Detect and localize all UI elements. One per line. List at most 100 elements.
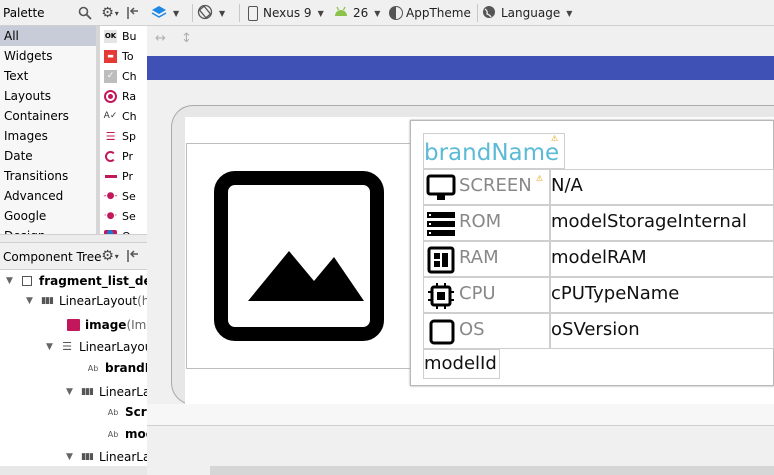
device-dropdown[interactable]: Nexus 9 ▼	[248, 0, 324, 26]
resize-horizontal-icon[interactable]: ↔	[155, 31, 166, 46]
brand-name-text[interactable]: brandName ⚠	[423, 133, 565, 169]
tree-node-linearlayout[interactable]: ▼ ☰ LinearLayou	[46, 337, 147, 357]
panel-splitter[interactable]	[0, 234, 147, 242]
expand-arrow-icon[interactable]: ▼	[66, 452, 80, 462]
model-id-text[interactable]: modelId	[423, 349, 500, 379]
cpu-label-cell[interactable]: CPU	[423, 277, 550, 313]
widget-item[interactable]: -●- Se	[100, 186, 147, 206]
orientation-dropdown[interactable]: ▼	[197, 0, 225, 26]
monitor-icon	[426, 174, 456, 205]
toolbar-separator	[477, 4, 478, 22]
os-value-cell[interactable]: oSVersion	[550, 313, 774, 349]
category-widgets[interactable]: Widgets	[0, 46, 96, 66]
row-label: OS	[459, 319, 485, 340]
search-icon[interactable]	[76, 4, 94, 22]
tree-node-label: mod	[125, 427, 147, 441]
screen-value-cell[interactable]: N/A	[550, 169, 774, 205]
widget-label: Ch	[122, 69, 137, 83]
component-tree-title: Component Tree	[3, 250, 102, 264]
textview-icon: Ab	[107, 407, 119, 417]
widget-label: Se	[122, 189, 136, 203]
category-images[interactable]: Images	[0, 126, 96, 146]
tree-horizontal-scrollbar[interactable]	[0, 466, 147, 475]
imageview-icon	[66, 319, 80, 331]
category-text[interactable]: Text	[0, 66, 96, 86]
tree-node-linearlayout[interactable]: ▼ ▮▮▮ LinearLa	[66, 447, 147, 467]
expand-arrow-icon[interactable]: ▼	[6, 276, 20, 286]
language-dropdown[interactable]: Language ▼	[482, 0, 572, 26]
ram-value-cell[interactable]: modelRAM	[550, 241, 774, 277]
tree-node-screen[interactable]: Ab Scre	[106, 402, 147, 422]
widget-item[interactable]: Pr	[100, 166, 147, 186]
gear-icon[interactable]: ⚙ ▾	[98, 247, 122, 265]
language-label: Language	[501, 6, 561, 20]
design-toolbar: ▼ ▼ Nexus 9 ▼ 26 ▼ AppTheme Language ▼	[147, 0, 774, 26]
image-placeholder-icon	[214, 171, 384, 344]
tree-node-linearlayout[interactable]: ▼ ▮▮▮ LinearLa	[66, 382, 147, 402]
rotate-device-icon	[197, 4, 213, 23]
widget-item[interactable]: OK Bu	[100, 26, 147, 46]
widget-item[interactable]: Pr	[100, 146, 147, 166]
cpu-value-cell[interactable]: cPUTypeName	[550, 277, 774, 313]
tree-node-linearlayout[interactable]: ▼ ▮▮▮ LinearLayout (h	[26, 291, 147, 311]
design-surface-dropdown[interactable]: ▼	[151, 0, 179, 26]
pin-panel-icon[interactable]	[124, 4, 142, 22]
warning-icon: ⚠	[551, 134, 559, 143]
gear-icon[interactable]: ⚙ ▾	[98, 4, 122, 22]
row-value: cPUTypeName	[551, 283, 680, 304]
tree-node-brandname[interactable]: Ab brandNa	[86, 358, 147, 378]
tree-node-model[interactable]: Ab mod	[106, 424, 147, 444]
tree-node-root[interactable]: ▼ fragment_list_devic	[6, 271, 147, 291]
widget-label: Ch	[122, 109, 137, 123]
os-label-cell[interactable]: OS	[423, 313, 550, 349]
pin-panel-icon[interactable]	[124, 247, 142, 265]
widget-item[interactable]: ▬ To	[100, 46, 147, 66]
widget-label: Pr	[122, 149, 133, 163]
category-layouts[interactable]: Layouts	[0, 86, 96, 106]
progress-circle-icon	[104, 150, 117, 163]
row-label: CPU	[459, 283, 496, 304]
theme-button[interactable]: AppTheme	[389, 0, 471, 26]
canvas-horizontal-scrollbar[interactable]	[210, 466, 774, 475]
linearlayout-vertical-icon: ▮▮▮	[81, 387, 94, 397]
category-design[interactable]: Design	[0, 226, 96, 234]
category-all[interactable]: All	[0, 26, 96, 46]
widget-label: To	[122, 49, 134, 63]
tree-node-image[interactable]: image (Imag	[66, 315, 147, 335]
widget-item[interactable]: ✓ Ch	[100, 66, 147, 86]
expand-arrow-icon[interactable]: ▼	[46, 342, 60, 352]
category-google[interactable]: Google	[0, 206, 96, 226]
api-level-dropdown[interactable]: 26 ▼	[334, 0, 380, 26]
category-transitions[interactable]: Transitions	[0, 166, 96, 186]
component-tree-header: Component Tree ⚙ ▾	[0, 242, 147, 270]
checked-textview-icon: A✓	[103, 111, 118, 121]
screen-label-cell[interactable]: SCREEN ⚠	[423, 169, 550, 205]
widget-item[interactable]: ☰ Sp	[100, 126, 147, 146]
widget-item[interactable]: A✓ Ch	[100, 106, 147, 126]
rom-value-cell[interactable]: modelStorageInternal	[550, 205, 774, 241]
cpu-icon	[427, 282, 455, 313]
expand-arrow-icon[interactable]: ▼	[26, 296, 40, 306]
seekbar-discrete-icon: ·●·	[103, 211, 118, 221]
linearlayout-vertical-icon: ▮▮▮	[41, 296, 54, 306]
memory-icon	[427, 246, 455, 277]
row-value: modelStorageInternal	[551, 211, 747, 232]
resize-vertical-icon[interactable]: ↕	[181, 31, 192, 46]
category-date[interactable]: Date	[0, 146, 96, 166]
category-containers[interactable]: Containers	[0, 106, 96, 126]
progress-bar-icon	[104, 170, 117, 183]
image-view[interactable]	[186, 143, 411, 369]
component-tree: ▼ fragment_list_devic ▼ ▮▮▮ LinearLayout…	[0, 270, 147, 475]
tree-node-label: LinearLa	[99, 450, 147, 464]
globe-icon	[482, 5, 496, 22]
expand-arrow-icon[interactable]: ▼	[66, 387, 80, 397]
ram-label-cell[interactable]: RAM	[423, 241, 550, 277]
rom-label-cell[interactable]: ROM	[423, 205, 550, 241]
toolbar-separator	[239, 4, 240, 22]
widget-item[interactable]: Ra	[100, 86, 147, 106]
category-advanced[interactable]: Advanced	[0, 186, 96, 206]
storage-icon	[426, 211, 456, 240]
widget-item[interactable]: ·●· Se	[100, 206, 147, 226]
widget-item[interactable]: 👤Qu	[100, 226, 147, 234]
api-level-label: 26	[353, 6, 369, 20]
